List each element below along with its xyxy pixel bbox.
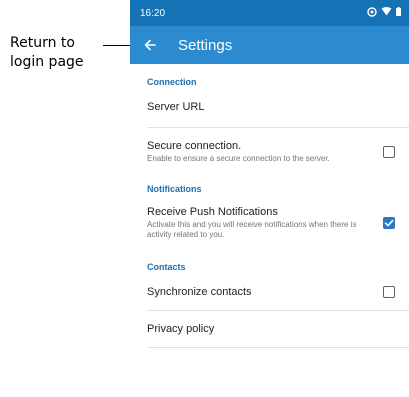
status-bar: 16:20	[130, 0, 409, 26]
sync-contacts-title: Synchronize contacts	[147, 286, 252, 298]
back-arrow-icon[interactable]	[144, 39, 156, 51]
privacy-policy-item[interactable]: Privacy policy	[147, 311, 409, 347]
section-header-notifications: Notifications	[147, 184, 202, 194]
divider	[147, 347, 409, 348]
push-notifications-checkbox[interactable]	[383, 217, 395, 229]
app-bar: Settings	[130, 26, 409, 64]
secure-connection-text: Secure connection. Enable to ensure a se…	[147, 140, 362, 164]
section-header-contacts: Contacts	[147, 262, 186, 272]
sync-contacts-checkbox[interactable]	[383, 286, 395, 298]
server-url-item[interactable]: Server URL	[147, 87, 409, 127]
settings-list: Connection Server URL Secure connection.…	[130, 64, 409, 348]
callout-pointer-line	[103, 45, 133, 46]
status-icons	[367, 6, 401, 20]
annotated-screenshot: Return to login page 16:20 Settings Conn…	[0, 0, 409, 397]
callout-label: Return to login page	[10, 34, 110, 72]
secure-connection-checkbox[interactable]	[383, 146, 395, 158]
page-title: Settings	[178, 36, 233, 54]
push-notifications-text: Receive Push Notifications Activate this…	[147, 206, 362, 240]
secure-connection-description: Enable to ensure a secure connection to …	[147, 154, 330, 163]
push-notifications-row[interactable]: Receive Push Notifications Activate this…	[147, 194, 409, 250]
push-notifications-description: Activate this and you will receive notif…	[147, 220, 357, 239]
callout-line-2: login page	[10, 54, 84, 70]
sync-contacts-row[interactable]: Synchronize contacts	[147, 272, 409, 310]
section-header-connection: Connection	[147, 77, 197, 87]
secure-connection-row[interactable]: Secure connection. Enable to ensure a se…	[147, 128, 409, 174]
wifi-icon	[381, 7, 392, 19]
phone-screen: 16:20 Settings Connection Server URL Sec…	[130, 0, 409, 397]
secure-connection-title: Secure connection.	[147, 140, 242, 152]
push-notifications-title: Receive Push Notifications	[147, 206, 278, 218]
callout-line-1: Return to	[10, 35, 75, 51]
sync-icon	[367, 6, 377, 20]
checkmark-icon	[384, 219, 394, 227]
status-time: 16:20	[140, 7, 166, 19]
battery-icon	[396, 7, 401, 19]
